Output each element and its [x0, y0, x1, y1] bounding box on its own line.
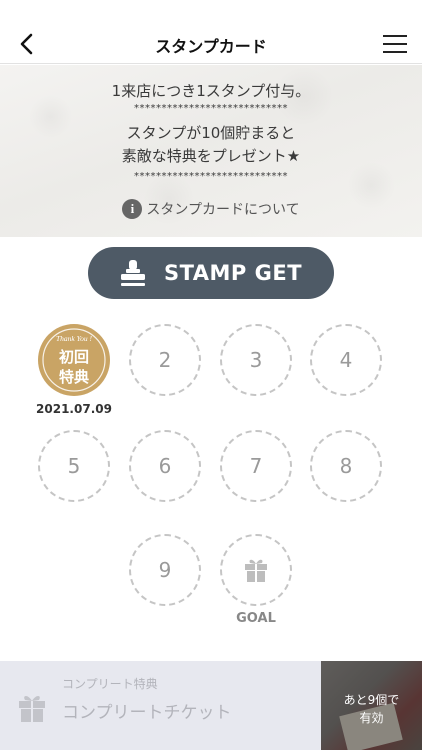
stamp-get-label: STAMP GET — [163, 261, 303, 285]
about-stamp-card-link[interactable]: i スタンプカードについて — [0, 199, 422, 219]
rule-line-1: 1来店につき1スタンプ付与。 — [111, 82, 311, 100]
rule-line-2: スタンプが10個貯まると — [126, 124, 296, 142]
stamp-get-button[interactable]: STAMP GET — [88, 247, 334, 299]
stamp-rules-panel: 1来店につき1スタンプ付与。 *************************… — [0, 65, 422, 237]
complete-ticket-title: コンプリートチケット — [62, 703, 232, 723]
first-visit-stamp-badge: Thank You ! 初回 特典 — [38, 324, 110, 396]
complete-reward-caption: コンプリート特典 — [62, 677, 158, 691]
remaining-line-1: あと9個で — [343, 693, 400, 707]
stamp-slot-8: 8 — [310, 430, 382, 502]
page-title: スタンプカード — [155, 37, 267, 56]
reward-thumbnail: あと9個で 有効 — [321, 661, 422, 750]
gift-icon — [245, 559, 267, 582]
stamp-slot-9: 9 — [129, 534, 201, 606]
separator-2: **************************** — [134, 171, 288, 182]
goal-label: GOAL — [236, 611, 276, 626]
stamp-slot-3: 3 — [220, 324, 292, 396]
back-chevron-icon[interactable] — [14, 30, 40, 58]
info-icon: i — [122, 199, 143, 219]
badge-line-2: 特典 — [59, 368, 89, 386]
remaining-line-2: 有効 — [359, 711, 384, 725]
complete-reward-bar[interactable]: コンプリート特典 コンプリートチケット あと9個で 有効 — [0, 661, 422, 750]
stamp-date: 2021.07.09 — [36, 402, 112, 416]
stamp-icon — [120, 260, 145, 286]
about-stamp-card-label: スタンプカードについて — [146, 202, 300, 218]
status-bar — [0, 0, 422, 24]
stamp-slot-5: 5 — [38, 430, 110, 502]
separator-1: **************************** — [134, 103, 288, 114]
badge-line-1: 初回 — [59, 348, 89, 366]
remaining-count-text: あと9個で 有効 — [321, 691, 422, 727]
rule-line-3: 素敵な特典をプレゼント★ — [121, 147, 301, 165]
stamp-slot-7: 7 — [220, 430, 292, 502]
goal-stamp-slot — [220, 534, 292, 606]
navigation-bar: スタンプカード — [0, 24, 422, 64]
stamp-slot-4: 4 — [310, 324, 382, 396]
badge-thank-you-text: Thank You ! — [56, 334, 92, 343]
stamp-slot-2: 2 — [129, 324, 201, 396]
gift-icon — [19, 696, 45, 722]
hamburger-menu-icon[interactable] — [382, 33, 408, 55]
stamp-slot-6: 6 — [129, 430, 201, 502]
